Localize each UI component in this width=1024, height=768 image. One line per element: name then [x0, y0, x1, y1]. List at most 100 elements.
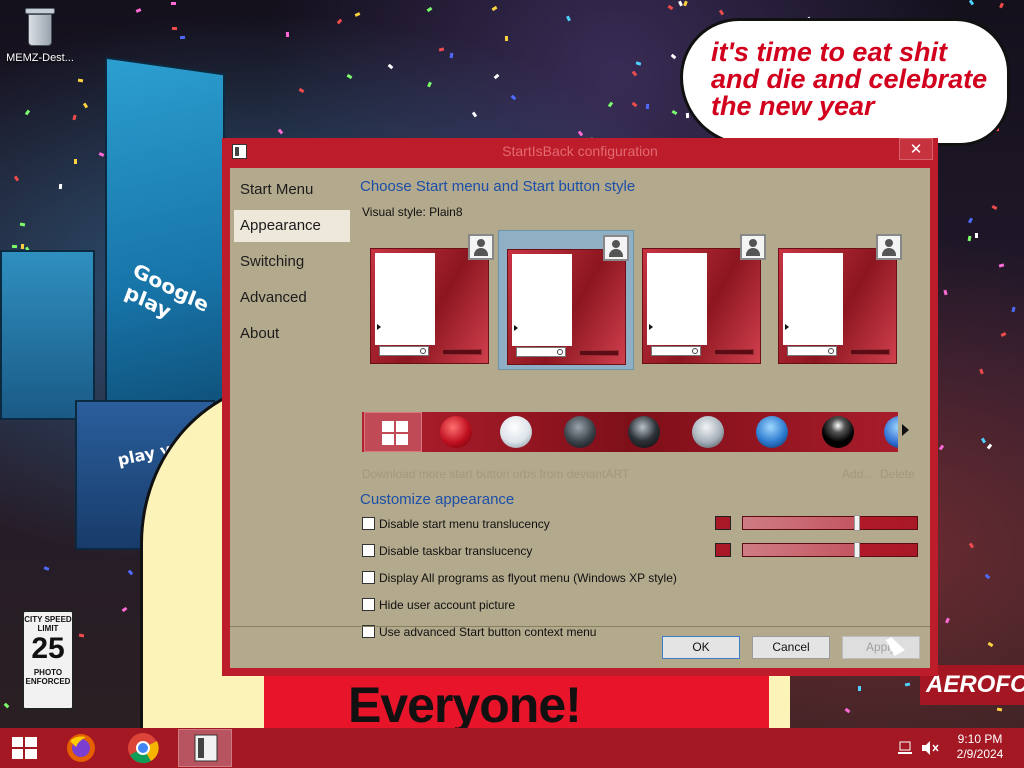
option-disable-start-menu-translucency[interactable]: Disable start menu translucency	[362, 515, 550, 533]
slider-thumb[interactable]	[854, 542, 860, 558]
arrow-icon	[649, 324, 653, 330]
checkbox[interactable]	[362, 598, 375, 611]
start-menu-translucency-slider[interactable]	[742, 515, 918, 531]
checkbox[interactable]	[362, 571, 375, 584]
orb-windows7-white[interactable]	[500, 416, 532, 448]
search-box-preview	[787, 346, 837, 356]
option-label: Disable start menu translucency	[379, 517, 550, 531]
confetti-piece	[967, 235, 972, 242]
confetti-piece	[984, 573, 991, 580]
confetti-piece	[969, 543, 975, 549]
confetti-piece	[682, 0, 688, 7]
start-menu-color-swatch[interactable]	[715, 516, 731, 530]
confetti-piece	[387, 63, 394, 70]
orb-windows-vista[interactable]	[756, 416, 788, 448]
recycle-bin-label: MEMZ-Dest...	[6, 52, 74, 64]
orb-black-sphere[interactable]	[822, 416, 854, 448]
search-box-preview	[379, 346, 429, 356]
taskbar-color-swatch[interactable]	[715, 543, 731, 557]
confetti-piece	[510, 94, 516, 101]
scroll-right-arrow-icon[interactable]	[902, 424, 909, 436]
orb-windows7-silver[interactable]	[692, 416, 724, 448]
option-label: Hide user account picture	[379, 598, 516, 612]
user-avatar-icon	[603, 235, 629, 261]
slider-thumb[interactable]	[854, 515, 860, 531]
checkbox[interactable]	[362, 517, 375, 530]
orb-windows8-flat[interactable]	[364, 412, 422, 452]
confetti-piece	[607, 101, 613, 108]
confetti-piece	[438, 47, 444, 52]
window-titlebar[interactable]: StartIsBack configuration ✕	[222, 138, 938, 164]
taskbar-chrome[interactable]	[116, 729, 170, 767]
confetti-piece	[904, 682, 910, 686]
nav-start-menu[interactable]: Start Menu	[234, 174, 350, 206]
orb-christmas-ornament[interactable]	[440, 416, 472, 448]
confetti-piece	[631, 70, 638, 76]
confetti-piece	[20, 243, 25, 249]
volume-muted-icon[interactable]	[922, 741, 939, 755]
chrome-icon	[128, 733, 159, 764]
delete-orb-link[interactable]: Delete	[880, 467, 915, 481]
nav-switching[interactable]: Switching	[234, 246, 350, 278]
windows-logo-icon	[12, 737, 37, 759]
orb-windows7-dark[interactable]	[564, 416, 596, 448]
startisback-config-window: StartIsBack configuration ✕ Start Menu A…	[222, 138, 938, 676]
option-hide-user-picture[interactable]: Hide user account picture	[362, 596, 515, 614]
confetti-piece	[83, 102, 89, 108]
confetti-piece	[670, 53, 676, 60]
nav-about[interactable]: About	[234, 318, 350, 350]
start-button[interactable]	[0, 729, 48, 767]
windows-logo-icon	[382, 421, 408, 445]
taskbar-firefox[interactable]	[54, 729, 108, 767]
style-thumbnail-2[interactable]	[498, 230, 634, 370]
option-disable-taskbar-translucency[interactable]: Disable taskbar translucency	[362, 542, 532, 560]
confetti-piece	[987, 642, 993, 648]
cancel-button[interactable]: Cancel	[752, 636, 830, 659]
style-thumbnail-4[interactable]	[770, 230, 906, 370]
confetti-piece	[121, 607, 128, 613]
confetti-piece	[858, 685, 862, 691]
nav-appearance[interactable]: Appearance	[234, 210, 350, 242]
orb-blue-sphere[interactable]	[884, 416, 898, 448]
checkbox[interactable]	[362, 544, 375, 557]
apply-button[interactable]: Apply	[842, 636, 920, 659]
confetti-piece	[978, 369, 984, 375]
start-button-orb-strip[interactable]	[362, 412, 898, 452]
confetti-piece	[998, 263, 1004, 269]
confetti-piece	[646, 104, 650, 110]
download-orbs-link[interactable]: Download more start button orbs from dev…	[362, 467, 629, 481]
settings-sidebar: Start Menu Appearance Switching Advanced…	[230, 168, 358, 628]
option-all-programs-flyout[interactable]: Display All programs as flyout menu (Win…	[362, 569, 677, 587]
confetti-piece	[945, 618, 951, 624]
confetti-piece	[170, 2, 176, 6]
nav-advanced[interactable]: Advanced	[234, 282, 350, 314]
user-avatar-icon	[740, 234, 766, 260]
confetti-piece	[354, 12, 361, 18]
window-title: StartIsBack configuration	[502, 143, 658, 159]
network-icon[interactable]	[898, 741, 912, 754]
close-button[interactable]: ✕	[899, 138, 933, 160]
confetti-piece	[968, 217, 974, 223]
confetti-piece	[636, 61, 642, 66]
confetti-piece	[991, 204, 998, 210]
ok-button[interactable]: OK	[662, 636, 740, 659]
orb-windows7-black[interactable]	[628, 416, 660, 448]
option-label: Disable taskbar translucency	[379, 544, 533, 558]
firefox-icon	[67, 734, 95, 762]
taskbar-startisback-config[interactable]	[178, 729, 232, 767]
add-orb-link[interactable]: Add...	[842, 467, 873, 481]
confetti-piece	[577, 130, 584, 137]
recycle-bin-shortcut[interactable]: MEMZ-Dest...	[4, 6, 76, 64]
taskbar-clock[interactable]: 9:10 PM 2/9/2024	[944, 732, 1016, 762]
confetti-piece	[1011, 306, 1016, 312]
aerofos-sign-text: AEROFOS	[926, 671, 1024, 698]
confetti-piece	[987, 443, 993, 450]
confetti-piece	[504, 36, 509, 42]
confetti-piece	[1000, 331, 1007, 337]
style-thumbnail-1[interactable]	[362, 230, 498, 370]
visual-style-label: Visual style:	[362, 205, 426, 219]
everyone-text: Everyone!	[348, 677, 582, 728]
confetti-piece	[678, 0, 684, 7]
taskbar-translucency-slider[interactable]	[742, 542, 918, 558]
style-thumbnail-3[interactable]	[634, 230, 770, 370]
